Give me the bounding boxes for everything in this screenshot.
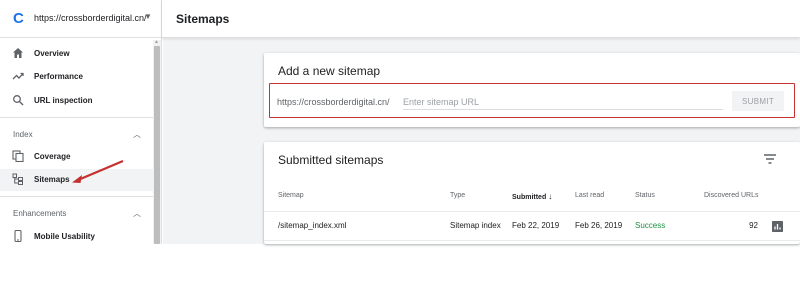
sidebar-item-label: Overview: [34, 49, 70, 58]
column-header-last-read[interactable]: Last read: [575, 192, 604, 199]
sidebar-item-label: Performance: [34, 72, 83, 81]
table-divider: [264, 211, 800, 212]
chevron-up-icon[interactable]: ︿: [133, 129, 141, 140]
column-header-type[interactable]: Type: [450, 192, 465, 199]
cell-discovered-urls: 92: [749, 221, 758, 230]
section-label: Index: [13, 130, 33, 139]
page-title: Sitemaps: [176, 12, 230, 26]
property-url: https://crossborderdigital.cn/: [34, 13, 147, 23]
sidebar-item-sitemaps[interactable]: Sitemaps: [0, 169, 153, 191]
property-selector[interactable]: C https://crossborderdigital.cn/ ▼: [0, 0, 161, 38]
column-header-submitted[interactable]: Submitted ↓: [512, 192, 552, 201]
sidebar-item-label: Sitemaps: [34, 175, 70, 184]
search-icon: [13, 95, 24, 106]
section-header-index[interactable]: Index ︿: [0, 124, 153, 144]
table-divider: [264, 240, 800, 241]
sidebar-item-coverage[interactable]: Coverage: [0, 146, 153, 168]
sidebar-item-performance[interactable]: Performance: [0, 66, 153, 88]
cell-submitted: Feb 22, 2019: [512, 221, 560, 230]
sidebar-item-url-inspection[interactable]: URL inspection: [0, 90, 153, 112]
top-bar: Sitemaps: [162, 0, 800, 38]
submit-button[interactable]: SUBMIT: [732, 91, 784, 111]
sidebar-item-label: URL inspection: [34, 96, 93, 105]
sidebar-divider: [0, 117, 153, 118]
sitemap-url-prefix: https://crossborderdigital.cn/: [277, 97, 390, 107]
column-header-status[interactable]: Status: [635, 192, 655, 199]
sidebar-item-overview[interactable]: Overview: [0, 43, 153, 65]
caret-down-icon[interactable]: ▼: [144, 12, 152, 21]
filter-icon[interactable]: [764, 154, 776, 164]
section-header-enhancements[interactable]: Enhancements ︿: [0, 203, 153, 223]
sitemap-url-input[interactable]: [403, 94, 723, 110]
scrollbar-thumb[interactable]: [154, 46, 160, 244]
trending-up-icon: [12, 72, 24, 80]
sitemap-icon: [12, 173, 23, 185]
submitted-sitemaps-card: Submitted sitemaps Sitemap Type Submitte…: [264, 142, 800, 244]
smartphone-icon: [14, 230, 22, 242]
sort-down-arrow-icon: ↓: [548, 192, 553, 201]
cell-last-read: Feb 26, 2019: [575, 221, 623, 230]
sidebar-item-label: Coverage: [34, 152, 71, 161]
cell-sitemap[interactable]: /sitemap_index.xml: [278, 221, 346, 230]
sidebar-divider: [0, 196, 153, 197]
chevron-up-icon[interactable]: ︿: [133, 208, 141, 219]
submitted-sitemaps-title: Submitted sitemaps: [278, 153, 384, 167]
column-header-discovered-urls[interactable]: Discovered URLs: [704, 192, 758, 199]
sidebar-scrollbar[interactable]: ▲: [153, 39, 161, 244]
add-sitemap-card: Add a new sitemap https://crossborderdig…: [264, 53, 800, 127]
sidebar-item-label: Mobile Usability: [34, 232, 95, 241]
cell-type: Sitemap index: [450, 221, 501, 230]
column-header-sitemap[interactable]: Sitemap: [278, 192, 304, 199]
bar-chart-icon[interactable]: [772, 221, 783, 232]
sidebar-item-mobile-usability[interactable]: Mobile Usability: [0, 226, 153, 244]
home-icon: [13, 48, 23, 58]
section-label: Enhancements: [13, 209, 67, 218]
add-sitemap-title: Add a new sitemap: [278, 64, 381, 78]
search-console-logo-icon: C: [13, 10, 24, 27]
sidebar: C https://crossborderdigital.cn/ ▼ Overv…: [0, 0, 162, 244]
column-header-label: Submitted: [512, 194, 547, 201]
cell-status: Success: [635, 221, 666, 230]
file-copy-icon: [12, 150, 24, 162]
scroll-up-arrow-icon[interactable]: ▲: [154, 39, 159, 45]
